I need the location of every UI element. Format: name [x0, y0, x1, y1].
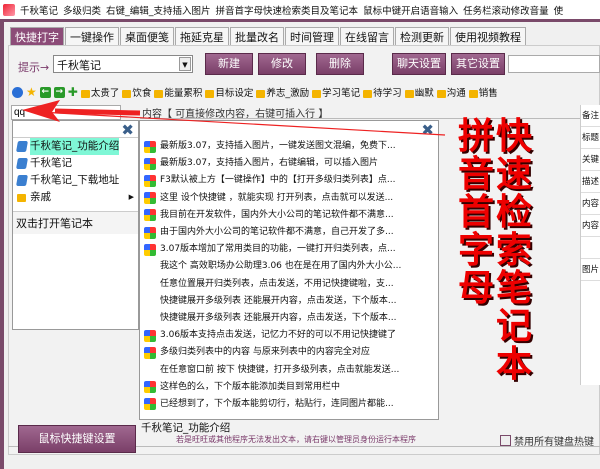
overlay-caption: 拼音首字母 快速检索笔记本: [458, 118, 532, 384]
overlay-char: 快: [496, 116, 533, 157]
overlay-char: 拼: [458, 116, 495, 157]
overlay-char: 索: [496, 230, 533, 271]
disable-hotkeys-checkbox[interactable]: 禁用所有键盘热键: [500, 433, 594, 448]
checkbox-box[interactable]: [500, 435, 511, 446]
overlay-char: 速: [496, 154, 533, 195]
overlay-caption-left: 拼音首字母: [458, 118, 494, 384]
admin-warning: 若是旺旺或其他程序无法发出文本，请右键以管理员身份运行本程序: [176, 435, 416, 444]
overlay-char: 记: [496, 306, 533, 347]
overlay-caption-right: 快速检索笔记本: [496, 118, 532, 384]
checkbox-label: 禁用所有键盘热键: [514, 437, 594, 448]
hotkey-settings-button[interactable]: 鼠标快捷键设置: [18, 425, 136, 453]
overlay-char: 音: [458, 154, 495, 195]
overlay-char: 字: [458, 230, 495, 271]
overlay-char: 首: [458, 192, 495, 233]
overlay-char: 检: [496, 192, 533, 233]
overlay-char: 本: [496, 344, 533, 385]
overlay-char: 母: [458, 268, 495, 309]
overlay-char: 笔: [496, 268, 533, 309]
